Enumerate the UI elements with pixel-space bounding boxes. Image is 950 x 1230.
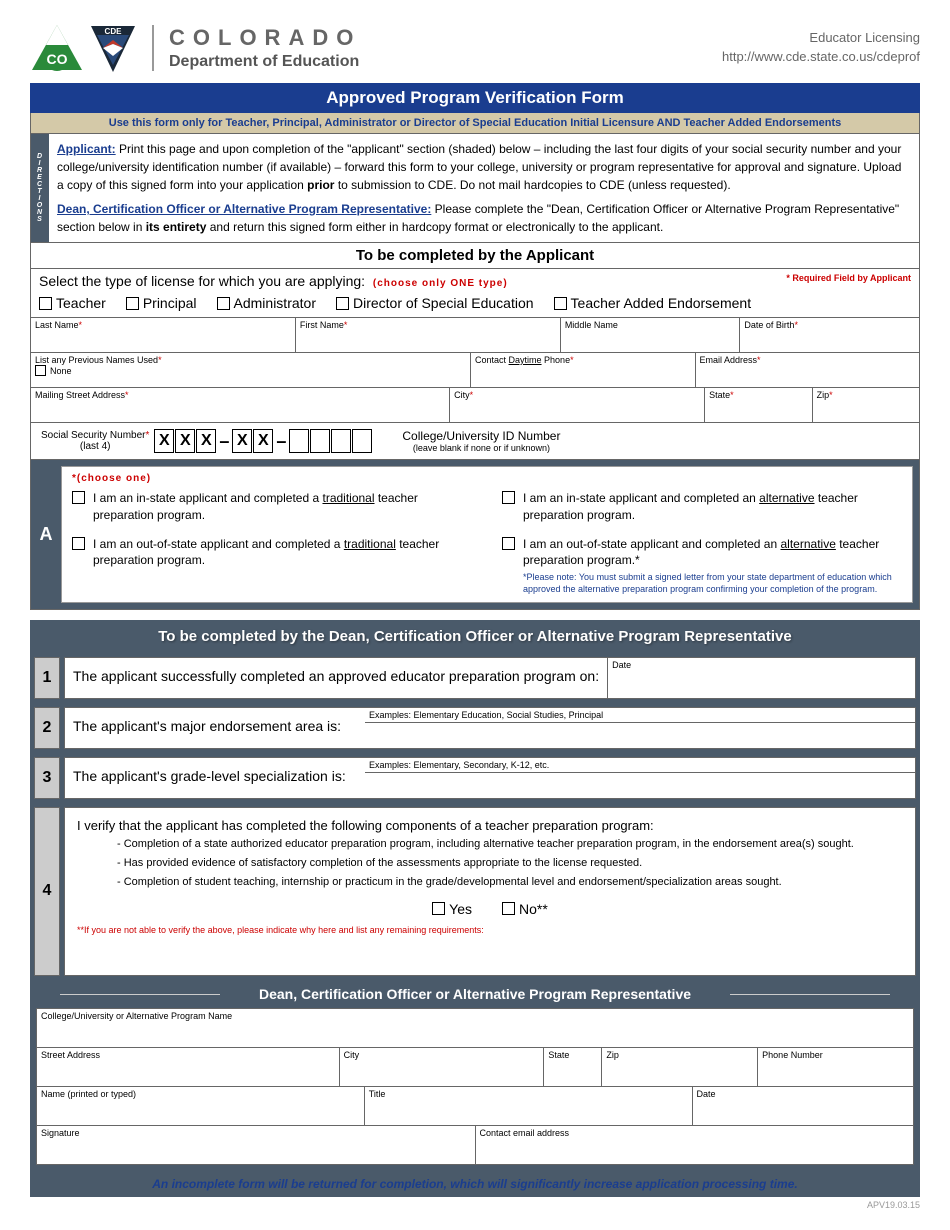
section-a-label: A: [31, 460, 61, 609]
opt-outstate-traditional[interactable]: I am an out-of-state applicant and compl…: [72, 536, 472, 570]
required-note: * Required Field by Applicant: [786, 273, 911, 283]
header-right: Educator Licensing http://www.cde.state.…: [722, 29, 920, 65]
row-2-number: 2: [34, 707, 60, 749]
row-1-date-field[interactable]: Date: [607, 658, 757, 698]
org-text: COLORADO Department of Education: [152, 25, 361, 71]
sig-street-field[interactable]: Street Address: [37, 1048, 340, 1086]
footer-note: An incomplete form will be returned for …: [30, 1171, 920, 1197]
applicant-section: Select the type of license for which you…: [30, 269, 920, 610]
verify-content: I verify that the applicant has complete…: [64, 807, 916, 976]
administrator-checkbox[interactable]: Administrator: [217, 295, 316, 311]
row-1-number: 1: [34, 657, 60, 699]
verify-reason-field[interactable]: [77, 935, 903, 965]
directions-block: DIRECTIONS Applicant: Print this page an…: [30, 134, 920, 243]
sig-name-field[interactable]: Name (printed or typed): [37, 1087, 365, 1125]
choose-one-label: *(choose one): [72, 473, 902, 484]
sig-email-field[interactable]: Contact email address: [476, 1126, 914, 1164]
signature-block: College/University or Alternative Progra…: [30, 1008, 920, 1171]
first-name-field[interactable]: First Name*: [296, 318, 561, 352]
directions-label: DIRECTIONS: [31, 134, 49, 242]
none-checkbox[interactable]: None: [35, 365, 72, 376]
org-title: COLORADO: [169, 25, 361, 51]
opt-instate-traditional[interactable]: I am an in-state applicant and completed…: [72, 490, 472, 524]
applicant-link[interactable]: Applicant:: [57, 142, 116, 156]
sig-date-field[interactable]: Date: [693, 1087, 914, 1125]
last-name-field[interactable]: Last Name*: [31, 318, 296, 352]
sig-signature-field[interactable]: Signature: [37, 1126, 476, 1164]
city-field[interactable]: City*: [450, 388, 705, 422]
no-checkbox[interactable]: No**: [502, 901, 548, 917]
form-title: Approved Program Verification Form: [30, 83, 920, 113]
sig-city-field[interactable]: City: [340, 1048, 545, 1086]
zip-field[interactable]: Zip*: [813, 388, 919, 422]
row-3-input[interactable]: Examples: Elementary, Secondary, K-12, e…: [365, 758, 915, 798]
svg-text:CDE: CDE: [105, 27, 123, 36]
row-2: 2 The applicant's major endorsement area…: [30, 703, 920, 753]
licensing-label: Educator Licensing: [722, 29, 920, 47]
sig-zip-field[interactable]: Zip: [602, 1048, 758, 1086]
dean-link[interactable]: Dean, Certification Officer or Alternati…: [57, 202, 431, 216]
dean-heading: To be completed by the Dean, Certificati…: [30, 620, 920, 653]
directions-content: Applicant: Print this page and upon comp…: [49, 134, 919, 242]
principal-checkbox[interactable]: Principal: [126, 295, 197, 311]
daytime-phone-field[interactable]: Contact Daytime Phone*: [471, 353, 696, 387]
usage-note: Use this form only for Teacher, Principa…: [30, 113, 920, 134]
verify-note: **If you are not able to verify the abov…: [77, 925, 903, 935]
row-3-number: 3: [34, 757, 60, 799]
sig-college-field[interactable]: College/University or Alternative Progra…: [37, 1009, 913, 1047]
org-subtitle: Department of Education: [169, 53, 361, 71]
row-4: 4 I verify that the applicant has comple…: [30, 803, 920, 980]
row-1-text: The applicant successfully completed an …: [65, 658, 607, 698]
teacher-checkbox[interactable]: Teacher: [39, 295, 106, 311]
row-4-number: 4: [34, 807, 60, 976]
dob-field[interactable]: Date of Birth*: [740, 318, 919, 352]
row-1: 1 The applicant successfully completed a…: [30, 653, 920, 703]
ssn-row: Social Security Number*(last 4) XXX – XX…: [31, 422, 919, 459]
mailing-address-field[interactable]: Mailing Street Address*: [31, 388, 450, 422]
applicant-heading: To be completed by the Applicant: [30, 243, 920, 269]
header-left: CO CDE COLORADO Department of Education: [30, 20, 361, 75]
signature-heading: Dean, Certification Officer or Alternati…: [30, 980, 920, 1008]
sig-state-field[interactable]: State: [544, 1048, 602, 1086]
state-field[interactable]: State*: [705, 388, 812, 422]
row-2-text: The applicant's major endorsement area i…: [65, 708, 365, 748]
row-2-input[interactable]: Examples: Elementary Education, Social S…: [365, 708, 915, 748]
header: CO CDE COLORADO Department of Education …: [30, 20, 920, 75]
type-select-row: Select the type of license for which you…: [31, 269, 919, 293]
ssn-label: Social Security Number*(last 4): [41, 430, 149, 452]
ssn-boxes[interactable]: XXX – XX –: [154, 429, 372, 453]
website-url: http://www.cde.state.co.us/cdeprof: [722, 48, 920, 66]
row-3: 3 The applicant's grade-level specializa…: [30, 753, 920, 803]
cde-triangle-logo-icon: CDE: [89, 20, 137, 75]
section-a: A *(choose one) I am an in-state applica…: [31, 459, 919, 609]
type-checkboxes: Teacher Principal Administrator Director…: [31, 293, 919, 317]
college-id-field[interactable]: College/University ID Number (leave blan…: [402, 429, 560, 453]
co-mountain-logo-icon: CO: [30, 20, 85, 75]
prev-names-field[interactable]: List any Previous Names Used* None: [31, 353, 471, 387]
version-label: APV19.03.15: [30, 1200, 920, 1210]
row-3-text: The applicant's grade-level specializati…: [65, 758, 365, 798]
logo-group: CO CDE: [30, 20, 137, 75]
email-field[interactable]: Email Address*: [696, 353, 920, 387]
yes-checkbox[interactable]: Yes: [432, 901, 472, 917]
sig-title-field[interactable]: Title: [365, 1087, 693, 1125]
opt-instate-alternative[interactable]: I am an in-state applicant and completed…: [502, 490, 902, 524]
added-endorsement-checkbox[interactable]: Teacher Added Endorsement: [554, 295, 752, 311]
sig-phone-field[interactable]: Phone Number: [758, 1048, 913, 1086]
opt-outstate-alternative[interactable]: I am an out-of-state applicant and compl…: [502, 536, 902, 596]
middle-name-field[interactable]: Middle Name: [561, 318, 741, 352]
svg-text:CO: CO: [47, 51, 68, 67]
director-checkbox[interactable]: Director of Special Education: [336, 295, 534, 311]
